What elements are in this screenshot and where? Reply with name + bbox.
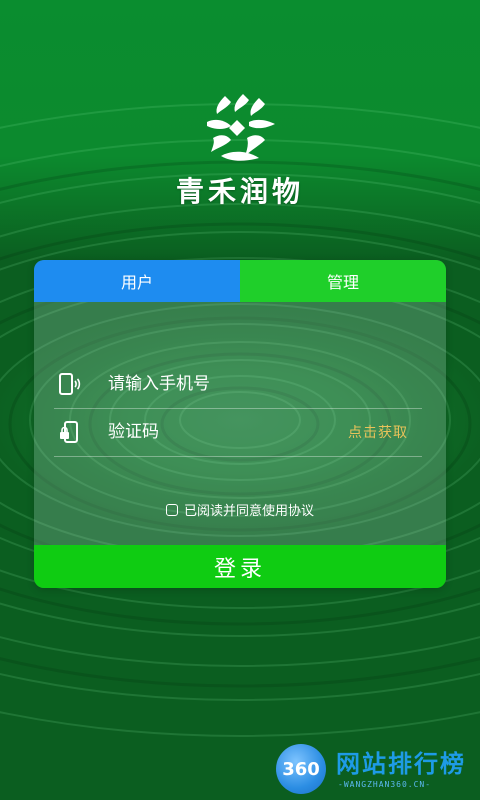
- agreement-row: 已阅读并同意使用协议: [34, 500, 446, 519]
- login-tabs: 用户 管理: [34, 260, 446, 302]
- verification-code-input[interactable]: [106, 421, 348, 443]
- phone-icon: [56, 371, 82, 397]
- agree-label[interactable]: 已阅读并同意使用协议: [184, 500, 314, 519]
- agree-checkbox[interactable]: [165, 503, 178, 516]
- watermark-badge: 360: [276, 744, 326, 794]
- code-field-row: 点击获取: [54, 408, 422, 457]
- phone-input[interactable]: [106, 373, 422, 395]
- tab-admin[interactable]: 管理: [240, 260, 446, 302]
- watermark-subtitle: -WANGZHAN360.CN-: [338, 780, 432, 789]
- phone-field-row: [54, 360, 422, 409]
- login-card: 用户 管理 点击获取: [34, 260, 446, 588]
- watermark-title: 网站排行榜: [336, 750, 466, 778]
- login-screen: 青禾润物 用户 管理 请输入手机号 验证码 点击获取 已阅读并同意使用协议 登录…: [0, 0, 480, 800]
- tab-user[interactable]: 用户: [34, 260, 240, 302]
- login-button[interactable]: 登录: [34, 545, 446, 588]
- watermark: 360 网站排行榜 -WANGZHAN360.CN-: [276, 742, 476, 798]
- brand-header: 青禾润物: [0, 92, 480, 210]
- qinghe-logo-icon: [207, 94, 275, 161]
- get-code-button[interactable]: 点击获取: [348, 422, 408, 442]
- brand-name: 青禾润物: [175, 175, 304, 208]
- lock-phone-icon: [56, 419, 82, 445]
